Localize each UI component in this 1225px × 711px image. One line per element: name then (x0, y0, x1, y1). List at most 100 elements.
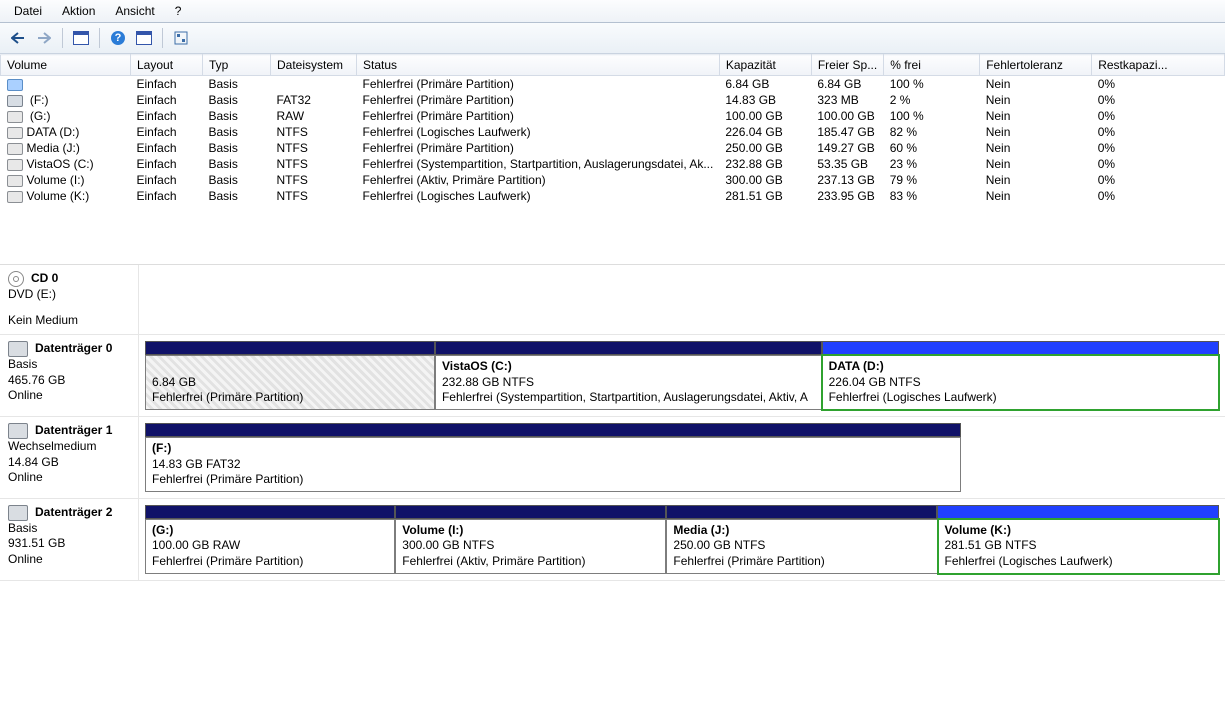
vol-pct: 60 % (884, 140, 980, 156)
disk0-state: Online (8, 388, 130, 404)
disk0-part3-name: DATA (D:) (829, 359, 1212, 375)
vol-free: 100.00 GB (811, 108, 883, 124)
table-row[interactable]: Volume (I:)EinfachBasisNTFSFehlerfrei (A… (1, 172, 1225, 188)
table-row[interactable]: DATA (D:)EinfachBasisNTFSFehlerfrei (Log… (1, 124, 1225, 140)
table-header-row: Volume Layout Typ Dateisystem Status Kap… (1, 55, 1225, 76)
vol-pct: 79 % (884, 172, 980, 188)
disk-icon (8, 423, 28, 439)
disk2-state: Online (8, 552, 130, 568)
volume-icon (7, 95, 23, 107)
forward-button[interactable] (32, 26, 56, 50)
disk1-part1-size: 14.83 GB FAT32 (152, 457, 954, 473)
vol-layout: Einfach (131, 124, 203, 140)
vol-free: 237.13 GB (811, 172, 883, 188)
cd-subtitle: DVD (E:) (8, 287, 130, 303)
volume-icon (7, 191, 23, 203)
vol-fs: NTFS (271, 156, 357, 172)
vol-pct: 83 % (884, 188, 980, 204)
vol-name: DATA (D:) (27, 125, 80, 139)
disk0-part1[interactable]: 6.84 GB Fehlerfrei (Primäre Partition) (145, 355, 435, 410)
menu-action[interactable]: Aktion (54, 2, 103, 20)
disk0-size: 465.76 GB (8, 373, 130, 389)
col-cap[interactable]: Kapazität (719, 55, 811, 76)
disk1-part1[interactable]: (F:) 14.83 GB FAT32 Fehlerfrei (Primäre … (145, 437, 961, 492)
vol-free: 53.35 GB (811, 156, 883, 172)
toolbar-separator (162, 28, 163, 48)
disk1-row[interactable]: Datenträger 1 Wechselmedium 14.84 GB Onl… (0, 417, 1225, 499)
vol-cap: 6.84 GB (719, 76, 811, 93)
vol-fs: NTFS (271, 124, 357, 140)
vol-typ: Basis (203, 188, 271, 204)
table-row[interactable]: (F:)EinfachBasisFAT32Fehlerfrei (Primäre… (1, 92, 1225, 108)
vol-fs: FAT32 (271, 92, 357, 108)
vol-free: 149.27 GB (811, 140, 883, 156)
table-row[interactable]: (G:)EinfachBasisRAWFehlerfrei (Primäre P… (1, 108, 1225, 124)
vol-name: (G:) (27, 109, 51, 123)
menu-help[interactable]: ? (167, 2, 190, 20)
col-fs[interactable]: Dateisystem (271, 55, 357, 76)
table-row[interactable]: EinfachBasisFehlerfrei (Primäre Partitio… (1, 76, 1225, 93)
col-free[interactable]: Freier Sp... (811, 55, 883, 76)
volume-icon (7, 127, 23, 139)
help-icon[interactable]: ? (106, 26, 130, 50)
disk2-part3[interactable]: Media (J:) 250.00 GB NTFS Fehlerfrei (Pr… (666, 519, 937, 574)
disk1-type: Wechselmedium (8, 439, 130, 455)
col-status[interactable]: Status (357, 55, 720, 76)
vol-pct: 23 % (884, 156, 980, 172)
disk0-row[interactable]: Datenträger 0 Basis 465.76 GB Online 6.8… (0, 335, 1225, 417)
table-row[interactable]: Media (J:)EinfachBasisNTFSFehlerfrei (Pr… (1, 140, 1225, 156)
vol-status: Fehlerfrei (Primäre Partition) (357, 108, 720, 124)
disk1-size: 14.84 GB (8, 455, 130, 471)
vol-layout: Einfach (131, 156, 203, 172)
col-rest[interactable]: Restkapazi... (1092, 55, 1225, 76)
disk-icon (8, 341, 28, 357)
vol-pct: 2 % (884, 92, 980, 108)
col-layout[interactable]: Layout (131, 55, 203, 76)
menu-file[interactable]: Datei (6, 2, 50, 20)
vol-fault: Nein (980, 140, 1092, 156)
col-typ[interactable]: Typ (203, 55, 271, 76)
vol-pct: 100 % (884, 76, 980, 93)
disk2-part2-size: 300.00 GB NTFS (402, 538, 659, 554)
vol-layout: Einfach (131, 108, 203, 124)
disk2-part4[interactable]: Volume (K:) 281.51 GB NTFS Fehlerfrei (L… (938, 519, 1220, 574)
menu-view[interactable]: Ansicht (107, 2, 162, 20)
vol-status: Fehlerfrei (Primäre Partition) (357, 92, 720, 108)
disk2-cap-seg2 (395, 505, 666, 519)
vol-cap: 281.51 GB (719, 188, 811, 204)
vol-name: Media (J:) (27, 141, 80, 155)
disk2-part1[interactable]: (G:) 100.00 GB RAW Fehlerfrei (Primäre P… (145, 519, 395, 574)
disk2-cap-seg1 (145, 505, 395, 519)
disk-icon (8, 505, 28, 521)
disk0-part1-size: 6.84 GB (152, 375, 428, 391)
refresh-icon[interactable] (169, 26, 193, 50)
table-row[interactable]: VistaOS (C:)EinfachBasisNTFSFehlerfrei (… (1, 156, 1225, 172)
show-hide-console-tree-icon[interactable] (69, 26, 93, 50)
vol-status: Fehlerfrei (Logisches Laufwerk) (357, 124, 720, 140)
vol-rest: 0% (1092, 188, 1225, 204)
back-button[interactable] (6, 26, 30, 50)
cd-row[interactable]: CD 0 DVD (E:) Kein Medium (0, 265, 1225, 335)
disk2-part1-status: Fehlerfrei (Primäre Partition) (152, 554, 388, 570)
disk2-part2[interactable]: Volume (I:) 300.00 GB NTFS Fehlerfrei (A… (395, 519, 666, 574)
toolbar-separator (62, 28, 63, 48)
col-fault[interactable]: Fehlertoleranz (980, 55, 1092, 76)
disk0-part2[interactable]: VistaOS (C:) 232.88 GB NTFS Fehlerfrei (… (435, 355, 822, 410)
vol-status: Fehlerfrei (Primäre Partition) (357, 140, 720, 156)
disk2-row[interactable]: Datenträger 2 Basis 931.51 GB Online (G:… (0, 499, 1225, 581)
properties-icon[interactable] (132, 26, 156, 50)
disk0-part3[interactable]: DATA (D:) 226.04 GB NTFS Fehlerfrei (Log… (822, 355, 1219, 410)
col-volume[interactable]: Volume (1, 55, 131, 76)
col-pct[interactable]: % frei (884, 55, 980, 76)
disk1-cap-seg (145, 423, 961, 437)
vol-status: Fehlerfrei (Primäre Partition) (357, 76, 720, 93)
vol-rest: 0% (1092, 140, 1225, 156)
vol-rest: 0% (1092, 76, 1225, 93)
volume-table[interactable]: Volume Layout Typ Dateisystem Status Kap… (0, 54, 1225, 204)
disk0-cap-seg2 (435, 341, 822, 355)
table-row[interactable]: Volume (K:)EinfachBasisNTFSFehlerfrei (L… (1, 188, 1225, 204)
vol-name: Volume (I:) (27, 173, 85, 187)
vol-rest: 0% (1092, 124, 1225, 140)
disk0-part3-status: Fehlerfrei (Logisches Laufwerk) (829, 390, 1212, 406)
disk0-part1-status: Fehlerfrei (Primäre Partition) (152, 390, 428, 406)
